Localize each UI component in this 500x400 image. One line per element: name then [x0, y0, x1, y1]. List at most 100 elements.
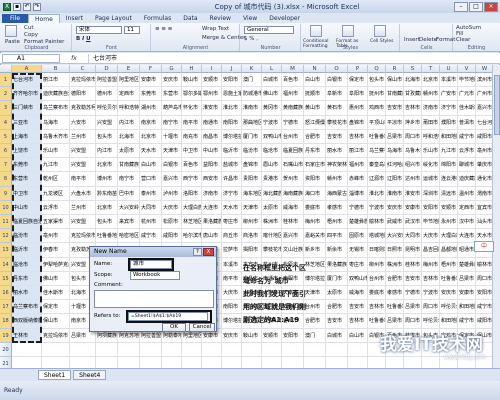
- cell-B19[interactable]: 克拉玛依市: [42, 328, 70, 343]
- cell-A10[interactable]: 中山市: [12, 200, 42, 215]
- cell-K4[interactable]: 那曲地区: [242, 115, 262, 130]
- cell-P10[interactable]: 宁德市: [348, 200, 368, 215]
- cell-A20[interactable]: [12, 342, 42, 357]
- cell-W15[interactable]: 周口市: [476, 272, 492, 286]
- cell-I9[interactable]: 济南市: [202, 186, 222, 201]
- cell-M20[interactable]: [282, 342, 304, 357]
- column-header-C[interactable]: C: [70, 65, 96, 73]
- cell-R17[interactable]: 吐鲁番地区: [386, 300, 404, 315]
- column-header-V[interactable]: V: [458, 65, 476, 73]
- cell-R9[interactable]: 淮南市: [386, 186, 404, 201]
- cell-Q18[interactable]: 吐鲁番地区: [368, 314, 386, 329]
- cell-S13[interactable]: 昆明市: [404, 243, 422, 258]
- cell-Q13[interactable]: 日喀则地区: [368, 243, 386, 258]
- cell-O13[interactable]: 新余市: [326, 243, 348, 258]
- cell-C21[interactable]: [70, 357, 96, 368]
- column-header-W[interactable]: W: [476, 65, 492, 73]
- cell-F11[interactable]: 杭州市: [140, 215, 162, 230]
- help-icon[interactable]: ?: [193, 248, 202, 256]
- undo-icon[interactable]: ↶: [23, 2, 31, 11]
- cell-J1[interactable]: 安阳市: [222, 73, 242, 88]
- cell-M8[interactable]: 贺州市: [282, 172, 304, 187]
- scroll-thumb[interactable]: [494, 75, 500, 135]
- row-header-18[interactable]: 18: [0, 314, 12, 329]
- cell-L3[interactable]: 黄冈市: [262, 101, 282, 116]
- cell-N19[interactable]: 澳门: [304, 328, 326, 343]
- cell-P17[interactable]: 吉安市: [348, 300, 368, 315]
- cell-B5[interactable]: 乌鲁木齐市: [42, 129, 70, 144]
- cell-A9[interactable]: 中卫市: [12, 186, 42, 201]
- cell-T6[interactable]: 乐山市: [422, 144, 440, 159]
- number-format-select[interactable]: General: [244, 26, 294, 34]
- column-header-R[interactable]: R: [386, 65, 404, 73]
- cell-P4[interactable]: 盘锦市: [348, 115, 368, 130]
- cell-N5[interactable]: 合肥市: [304, 129, 326, 144]
- cell-W11[interactable]: 汕头市: [476, 215, 492, 230]
- cell-M12[interactable]: 嘉兴市: [282, 229, 304, 244]
- cell-A4[interactable]: 三亚市: [12, 115, 42, 130]
- cell-P3[interactable]: 惠州市: [348, 101, 368, 116]
- cell-B6[interactable]: 乐山市: [42, 144, 70, 159]
- cell-J5[interactable]: 博尔塔拉蒙古自治州: [222, 129, 242, 144]
- cell-M7[interactable]: 石嘴山市: [282, 158, 304, 173]
- cell-K20[interactable]: [242, 342, 262, 357]
- cell-C7[interactable]: 兴安盟: [70, 158, 96, 173]
- cell-L7[interactable]: 眉山市: [262, 158, 282, 173]
- cell-K2[interactable]: 防城港市: [242, 87, 262, 102]
- cell-T18[interactable]: 呼伦贝尔市: [422, 314, 440, 329]
- cell-I20[interactable]: [202, 342, 222, 357]
- cell-R18[interactable]: 吕梁市: [386, 314, 404, 329]
- sheet-tab-2[interactable]: Sheet4: [73, 370, 107, 380]
- cell-H8[interactable]: 西宁市: [182, 172, 202, 187]
- cell-G6[interactable]: 天津市: [162, 144, 182, 159]
- cell-B18[interactable]: 保山市: [42, 314, 70, 329]
- cell-L21[interactable]: [262, 357, 282, 368]
- cell-E9[interactable]: 巴中市: [118, 186, 140, 201]
- format-table-icon[interactable]: [342, 25, 354, 37]
- cell-E8[interactable]: 南宁市: [118, 172, 140, 187]
- cell-I8[interactable]: 西安市: [202, 172, 222, 187]
- cell-R10[interactable]: 安庆市: [386, 200, 404, 215]
- cell-J15[interactable]: 南平市: [222, 271, 242, 286]
- cell-J2[interactable]: 恩施土家族苗族自治州: [222, 87, 242, 102]
- cell-N3[interactable]: 黄山市: [304, 101, 326, 116]
- cell-J14[interactable]: 本溪市: [222, 257, 242, 272]
- cell-N21[interactable]: [304, 357, 326, 368]
- cell-U7[interactable]: 绵阳市: [440, 158, 458, 173]
- cell-R5[interactable]: 吕梁市: [386, 129, 404, 144]
- cell-H21[interactable]: [182, 357, 202, 368]
- cell-L4[interactable]: 宁波市: [262, 115, 282, 130]
- cell-B8[interactable]: 乾州区: [42, 172, 70, 187]
- cell-M6[interactable]: 临夏回族自治州: [282, 144, 304, 159]
- cell-D11[interactable]: 包头市: [96, 215, 118, 230]
- cell-L6[interactable]: 临沧市: [262, 144, 282, 159]
- cell-Q7[interactable]: 秦皇岛市: [368, 158, 386, 173]
- cell-M11[interactable]: 桂林市: [282, 215, 304, 230]
- cell-styles-button[interactable]: Cell Styles: [370, 39, 394, 44]
- clear-button[interactable]: Clear: [456, 37, 470, 43]
- cell-I4[interactable]: 南通市: [202, 115, 222, 130]
- cell-R2[interactable]: 甘南藏族自治州: [386, 87, 404, 102]
- cell-L5[interactable]: 双鸭山市: [262, 129, 282, 144]
- cell-U9[interactable]: 清远市: [440, 186, 458, 201]
- cell-H9[interactable]: 洛阳市: [182, 186, 202, 201]
- cell-P8[interactable]: 赤峰市: [348, 172, 368, 187]
- cell-I11[interactable]: 果洛藏族自治州: [202, 215, 222, 230]
- cell-U12[interactable]: 大理白族自治州: [440, 229, 458, 244]
- cell-W2[interactable]: 广州市: [476, 87, 492, 102]
- cell-K6[interactable]: 临汾市: [242, 144, 262, 159]
- cell-G5[interactable]: 十堰市: [162, 129, 182, 144]
- cell-N13[interactable]: 新乡市: [304, 243, 326, 258]
- cell-L2[interactable]: 佛山市: [262, 87, 282, 102]
- ok-button[interactable]: OK: [162, 323, 186, 332]
- tab-formulas[interactable]: Formulas: [138, 14, 177, 23]
- cell-H1[interactable]: 鞍山市: [182, 73, 202, 88]
- cell-E6[interactable]: 太原市: [118, 144, 140, 159]
- tab-home[interactable]: Home: [28, 14, 60, 23]
- cell-A12[interactable]: 临汾市: [12, 229, 42, 244]
- cell-Q12[interactable]: 塔城地区: [368, 229, 386, 244]
- cell-J11[interactable]: 枣庄市: [222, 215, 242, 230]
- cell-M19[interactable]: 安阳市: [282, 328, 304, 343]
- cell-A3[interactable]: 三门峡市: [12, 101, 42, 116]
- cell-P14[interactable]: 枣庄市: [348, 257, 368, 272]
